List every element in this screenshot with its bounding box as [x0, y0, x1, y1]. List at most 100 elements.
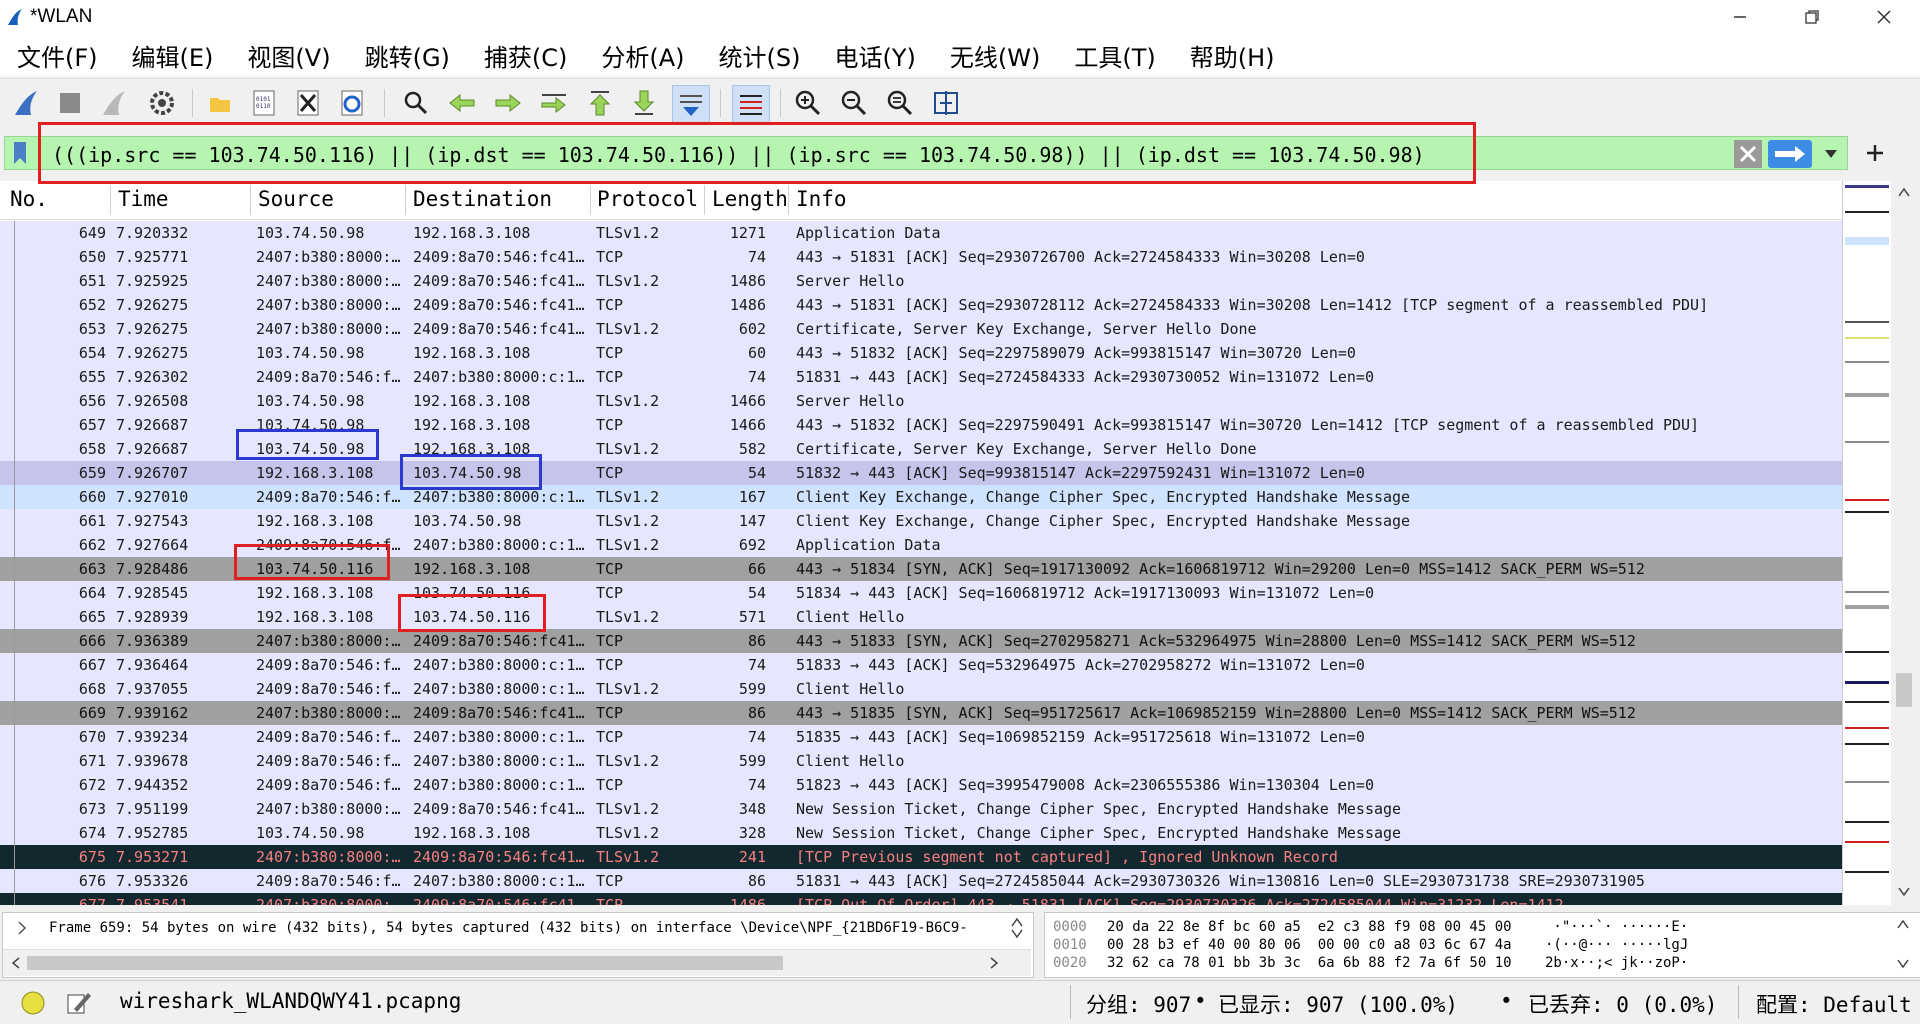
chevron-right-icon[interactable] [17, 921, 27, 935]
byte-ascii[interactable]: ·(··@··· ·····lgJ [1545, 937, 1688, 953]
profile-selector[interactable]: 配置: Default [1756, 989, 1912, 1019]
column-info[interactable]: Info [796, 187, 847, 211]
packet-row[interactable]: 659 7.926707 192.168.3.108 103.74.50.98 TCP 5… [0, 461, 1842, 485]
normal-size-button[interactable] [882, 85, 918, 121]
chevron-down-icon[interactable] [1897, 959, 1909, 969]
menu-file[interactable]: 文件(F) [17, 38, 98, 73]
menu-telephony[interactable]: 电话(Y) [835, 38, 916, 73]
filter-history-dropdown[interactable] [1820, 142, 1842, 166]
last-packet-button[interactable] [626, 85, 662, 121]
column-time[interactable]: Time [118, 187, 169, 211]
column-source[interactable]: Source [258, 187, 334, 211]
expert-info-icon[interactable] [20, 990, 46, 1016]
chevron-left-icon[interactable] [11, 957, 21, 969]
packet-minimap[interactable] [1842, 181, 1891, 905]
capture-comment-icon[interactable] [64, 989, 92, 1017]
packet-row[interactable]: 665 7.928939 192.168.3.108 103.74.50.116 TLS… [0, 605, 1842, 629]
packet-row[interactable]: 672 7.944352 2409:8a70:546:f… 2407:b380:800… [0, 773, 1842, 797]
add-filter-button[interactable] [1860, 138, 1890, 168]
menu-capture[interactable]: 捕获(C) [484, 38, 567, 73]
menu-go[interactable]: 跳转(G) [365, 38, 450, 73]
capture-file-name[interactable]: wireshark_WLANDQWY41.pcapng [120, 989, 461, 1013]
packet-row[interactable]: 664 7.928545 192.168.3.108 103.74.50.116 TCP… [0, 581, 1842, 605]
column-protocol[interactable]: Protocol [597, 187, 698, 211]
clear-filter-button[interactable] [1734, 140, 1762, 168]
column-divider[interactable] [590, 185, 591, 215]
packet-row[interactable]: 677 7.953541 2407:b380:8000:… 2409:8a70:546… [0, 893, 1842, 905]
auto-scroll-button[interactable] [672, 85, 710, 123]
open-file-button[interactable] [202, 85, 238, 121]
go-forward-button[interactable] [490, 85, 526, 121]
column-divider[interactable] [405, 185, 406, 215]
scrollbar-thumb[interactable] [1896, 673, 1912, 707]
byte-hex[interactable]: 32 62 ca 78 01 bb 3b 3c 6a 6b 88 f2 7a 6… [1107, 955, 1512, 971]
menu-edit[interactable]: 编辑(E) [132, 38, 214, 73]
bookmark-icon[interactable] [13, 141, 27, 165]
column-divider[interactable] [704, 185, 705, 215]
byte-hex[interactable]: 00 28 b3 ef 40 00 80 06 00 00 c0 a8 03 6… [1107, 937, 1512, 953]
column-divider[interactable] [110, 185, 111, 215]
menu-view[interactable]: 视图(V) [247, 38, 330, 73]
packet-row[interactable]: 668 7.937055 2409:8a70:546:f… 2407:b380:800… [0, 677, 1842, 701]
minimize-button[interactable] [1712, 0, 1768, 34]
menu-analyze[interactable]: 分析(A) [601, 38, 684, 73]
zoom-out-button[interactable] [836, 85, 872, 121]
packet-row[interactable]: 651 7.925925 2407:b380:8000:… 2409:8a70:546… [0, 269, 1842, 293]
scrollbar-thumb[interactable] [27, 956, 783, 970]
close-window-button[interactable] [1856, 0, 1912, 34]
column-divider[interactable] [250, 185, 251, 215]
packet-row[interactable]: 669 7.939162 2407:b380:8000:… 2409:8a70:546… [0, 701, 1842, 725]
packet-row[interactable]: 667 7.936464 2409:8a70:546:f… 2407:b380:800… [0, 653, 1842, 677]
start-capture-button[interactable] [8, 85, 44, 121]
packet-row[interactable]: 676 7.953326 2409:8a70:546:f… 2407:b380:800… [0, 869, 1842, 893]
go-back-button[interactable] [444, 85, 480, 121]
apply-filter-button[interactable] [1768, 140, 1812, 168]
byte-hex[interactable]: 20 da 22 8e 8f bc 60 a5 e2 c3 88 f9 08 0… [1107, 919, 1512, 935]
packet-row[interactable]: 670 7.939234 2409:8a70:546:f… 2407:b380:800… [0, 725, 1842, 749]
chevron-down-icon[interactable] [1898, 887, 1910, 897]
menu-help[interactable]: 帮助(H) [1190, 38, 1275, 73]
menu-tools[interactable]: 工具(T) [1074, 38, 1155, 73]
packet-row[interactable]: 649 7.920332 103.74.50.98 192.168.3.108 TLSv… [0, 221, 1842, 245]
menu-wireless[interactable]: 无线(W) [950, 38, 1040, 73]
packet-row[interactable]: 650 7.925771 2407:b380:8000:… 2409:8a70:546… [0, 245, 1842, 269]
packet-row[interactable]: 654 7.926275 103.74.50.98 192.168.3.108 TCP 6… [0, 341, 1842, 365]
column-length[interactable]: Length [712, 187, 788, 211]
zoom-in-button[interactable] [790, 85, 826, 121]
restart-capture-button[interactable] [96, 85, 132, 121]
chevron-up-icon[interactable] [1897, 919, 1909, 929]
packet-row[interactable]: 673 7.951199 2407:b380:8000:… 2409:8a70:546… [0, 797, 1842, 821]
column-destination[interactable]: Destination [413, 187, 552, 211]
packet-list-scrollbar[interactable] [1892, 181, 1916, 905]
colorize-button[interactable] [732, 85, 770, 123]
column-no[interactable]: No. [10, 187, 48, 211]
packet-bytes-pane[interactable]: 0000 20 da 22 8e 8f bc 60 a5 e2 c3 88 f9… [1044, 912, 1920, 978]
reload-file-button[interactable] [334, 85, 370, 121]
restore-button[interactable] [1784, 0, 1840, 34]
packet-row[interactable]: 656 7.926508 103.74.50.98 192.168.3.108 TLSv… [0, 389, 1842, 413]
menu-statistics[interactable]: 统计(S) [719, 38, 801, 73]
details-hscrollbar[interactable] [3, 949, 1031, 976]
go-to-packet-button[interactable] [536, 85, 572, 121]
chevron-up-icon[interactable] [1011, 917, 1023, 927]
byte-ascii[interactable]: 2b·x··;< jk··zoP· [1545, 955, 1688, 971]
packet-details-pane[interactable]: Frame 659: 54 bytes on wire (432 bits), … [2, 912, 1034, 978]
packet-row[interactable]: 652 7.926275 2407:b380:8000:… 2409:8a70:546… [0, 293, 1842, 317]
packet-row[interactable]: 661 7.927543 192.168.3.108 103.74.50.98 TLSv… [0, 509, 1842, 533]
packet-row[interactable]: 655 7.926302 2409:8a70:546:f… 2407:b380:800… [0, 365, 1842, 389]
column-divider[interactable] [788, 185, 789, 215]
packet-row[interactable]: 660 7.927010 2409:8a70:546:f… 2407:b380:800… [0, 485, 1842, 509]
packet-row[interactable]: 674 7.952785 103.74.50.98 192.168.3.108 TLSv… [0, 821, 1842, 845]
stop-capture-button[interactable] [52, 85, 88, 121]
save-file-button[interactable]: 0101 0110 [246, 85, 282, 121]
packet-row[interactable]: 653 7.926275 2407:b380:8000:… 2409:8a70:546… [0, 317, 1842, 341]
first-packet-button[interactable] [582, 85, 618, 121]
packet-row[interactable]: 671 7.939678 2409:8a70:546:f… 2407:b380:800… [0, 749, 1842, 773]
byte-ascii[interactable]: ·"···`· ······E· [1545, 919, 1688, 935]
frame-summary[interactable]: Frame 659: 54 bytes on wire (432 bits), … [49, 920, 968, 936]
close-file-button[interactable] [290, 85, 326, 121]
chevron-up-icon[interactable] [1898, 187, 1910, 197]
find-packet-button[interactable] [398, 85, 434, 121]
resize-columns-button[interactable] [928, 85, 964, 121]
packet-row[interactable]: 666 7.936389 2407:b380:8000:… 2409:8a70:546… [0, 629, 1842, 653]
